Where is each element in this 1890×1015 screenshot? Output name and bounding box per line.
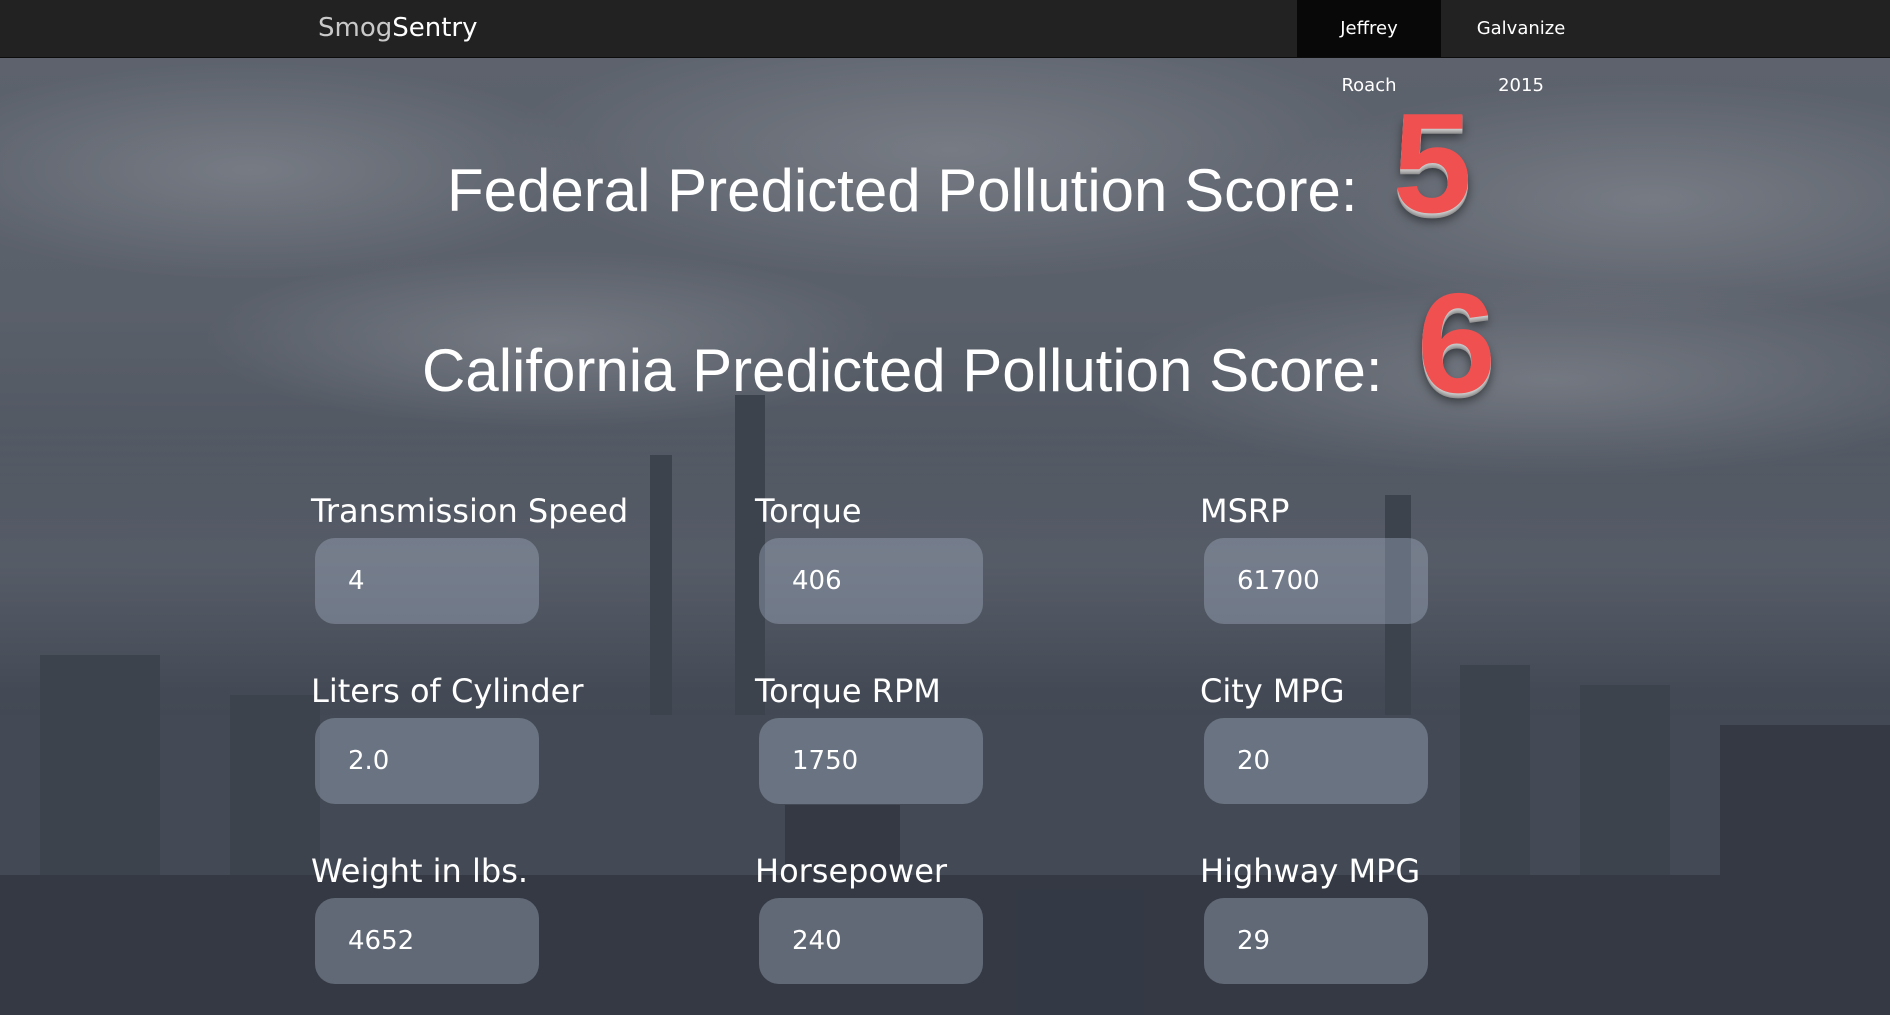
nav-link-galvanize-2015[interactable]: Galvanize 2015	[1442, 0, 1600, 96]
brand-text-smog: Smog	[318, 13, 393, 43]
federal-score-label: Federal Predicted Pollution Score:	[447, 157, 1358, 224]
california-score-value: 6	[1417, 264, 1496, 423]
california-score-label: California Predicted Pollution Score:	[422, 337, 1383, 404]
navbar: SmogSentry Jeffrey Roach Galvanize 2015	[0, 0, 1890, 96]
highway-mpg-label: Highway MPG	[1200, 852, 1421, 890]
transmission-speed-input[interactable]	[315, 538, 539, 624]
horsepower-input[interactable]	[759, 898, 983, 984]
brand-text-sentry: Sentry	[392, 13, 478, 43]
liters-of-cylinder-input[interactable]	[315, 718, 539, 804]
weight-label: Weight in lbs.	[311, 852, 529, 890]
liters-of-cylinder-label: Liters of Cylinder	[311, 672, 584, 710]
torque-rpm-input[interactable]	[759, 718, 983, 804]
city-mpg-label: City MPG	[1200, 672, 1345, 710]
msrp-input[interactable]	[1204, 538, 1428, 624]
msrp-label: MSRP	[1200, 492, 1290, 530]
nav-link-jeffrey-roach[interactable]: Jeffrey Roach	[1297, 0, 1441, 96]
city-mpg-input[interactable]	[1204, 718, 1428, 804]
highway-mpg-input[interactable]	[1204, 898, 1428, 984]
brand-logo[interactable]: SmogSentry	[318, 13, 478, 43]
horsepower-label: Horsepower	[755, 852, 948, 890]
transmission-speed-label: Transmission Speed	[311, 492, 629, 530]
torque-label: Torque	[755, 492, 862, 530]
federal-score-value: 5	[1393, 84, 1472, 243]
weight-input[interactable]	[315, 898, 539, 984]
torque-rpm-label: Torque RPM	[755, 672, 941, 710]
torque-input[interactable]	[759, 538, 983, 624]
